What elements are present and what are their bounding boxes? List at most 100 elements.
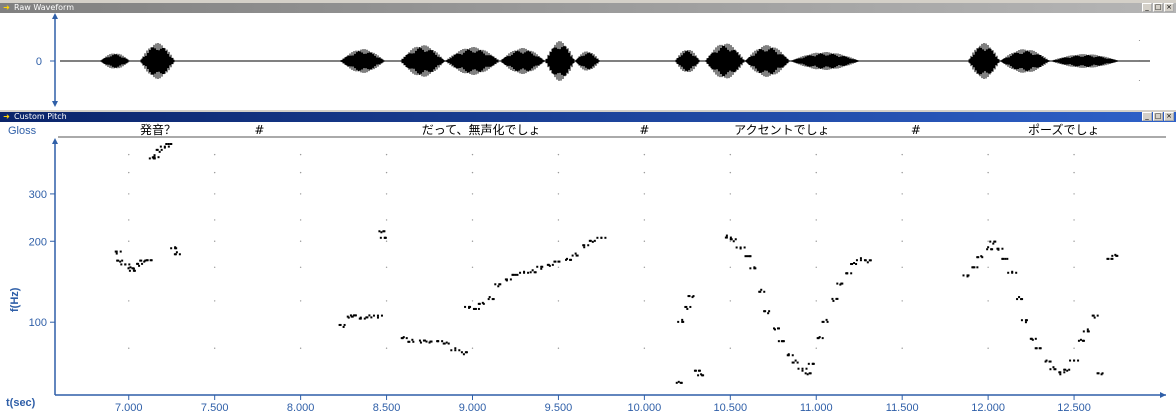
pitch-point [574,252,577,255]
pitch-point [801,367,804,370]
pitch-point [743,246,746,249]
pitch-point [491,298,494,301]
pitch-point [379,236,382,239]
pitch-point [411,338,414,341]
pitch-point [527,271,530,274]
pitch-point [149,259,152,262]
pitch-point [681,320,684,323]
pitch-point [864,259,867,262]
pitch-point [429,340,432,343]
waveform-window: ➜ Raw Waveform _ □ × 0 · · · [0,3,1176,110]
pitch-point [1058,371,1061,374]
pitch-plot[interactable]: Gloss 発音？ # だって、無声化でしょ # アクセントでしょ # ポーズでしょ f(H… [0,122,1176,413]
pitch-point [689,305,692,308]
pitch-point [976,256,979,259]
pitch-point [836,282,839,285]
pitch-point [1081,339,1084,342]
pitch-point [380,231,383,234]
pitch-point [165,143,168,145]
gloss-label: Gloss [8,125,37,137]
gloss-segment: 発音？ [140,122,176,137]
pitch-point [825,318,828,321]
maximize-button[interactable]: □ [1153,112,1163,121]
pitch-point [749,267,752,270]
gloss-segment: ポーズでしょ [1028,122,1099,137]
pitch-point [1069,359,1072,362]
gloss-segment: # [911,123,921,137]
pitch-point [725,234,728,237]
pitch-point [1093,316,1096,319]
minimize-button[interactable]: _ [1142,112,1152,121]
pitch-point [821,320,824,323]
svg-text:·: · [1138,56,1141,65]
pitch-point [986,248,989,251]
pitch-point [445,341,448,344]
pitch-point [422,339,425,342]
pitch-point [805,367,808,370]
y-tick-label: 100 [29,317,47,329]
pitch-point [1018,296,1021,299]
app-menu-icon[interactable]: ➜ [2,113,11,121]
pitch-point [859,257,862,260]
close-button[interactable]: × [1164,112,1174,121]
pitch-point [797,367,800,370]
pitch-point [794,359,797,362]
pitch-point [821,337,824,340]
pitch-point [571,254,574,257]
waveform-titlebar[interactable]: ➜ Raw Waveform _ □ × [0,3,1176,13]
pitch-point [153,154,156,157]
pitch-point [477,302,480,305]
pitch-point [1066,369,1069,372]
y-tick-label: 200 [29,236,47,248]
pitch-point [376,316,379,319]
pitch-point [167,143,170,145]
pitch-point [145,259,148,262]
pitch-point [990,248,993,251]
pitch-point [494,283,497,286]
pitch-point [850,263,853,266]
pitch-point [163,145,166,148]
pitch-point [447,342,450,345]
pitch-point [1020,319,1023,322]
pitch-point [773,327,775,330]
pitch-point [855,259,858,262]
pitch-point [1086,328,1089,331]
pitch-point [540,265,543,268]
pitch-point [460,351,463,354]
pitch-point [468,305,471,308]
pitch-point [400,337,403,340]
pitch-point [1020,298,1023,301]
maximize-button[interactable]: □ [1153,3,1163,12]
waveform-zero-tick: 0 [36,56,42,68]
pitch-titlebar[interactable]: ➜ Custom Pitch _ □ × [0,112,1176,122]
close-button[interactable]: × [1164,3,1174,12]
pitch-point [686,307,689,310]
pitch-point [697,374,700,377]
app-menu-icon[interactable]: ➜ [2,4,11,12]
pitch-point [989,240,992,243]
pitch-point [1077,339,1080,342]
pitch-point [462,353,465,356]
pitch-point [1063,371,1066,374]
pitch-point [132,269,135,272]
pitch-point [739,246,742,249]
pitch-point [1052,366,1055,369]
y-tick-label: 300 [29,189,47,201]
pitch-point [119,250,122,253]
minimize-button[interactable]: _ [1142,3,1152,12]
waveform-plot[interactable]: 0 · · · [0,13,1176,110]
pitch-point [128,269,131,272]
pitch-point [124,263,127,266]
pitch-point [380,314,383,317]
pitch-point [1110,257,1113,260]
waveform-dots: · · · [1138,36,1141,85]
pitch-point [677,380,680,383]
pitch-point [1101,372,1104,375]
pitch-point [138,264,141,267]
pitch-point [353,314,356,317]
pitch-point [675,381,678,384]
pitch-point [1001,257,1004,260]
pitch-point [1011,271,1014,274]
pitch-point [116,259,119,262]
pitch-point [1016,298,1019,301]
